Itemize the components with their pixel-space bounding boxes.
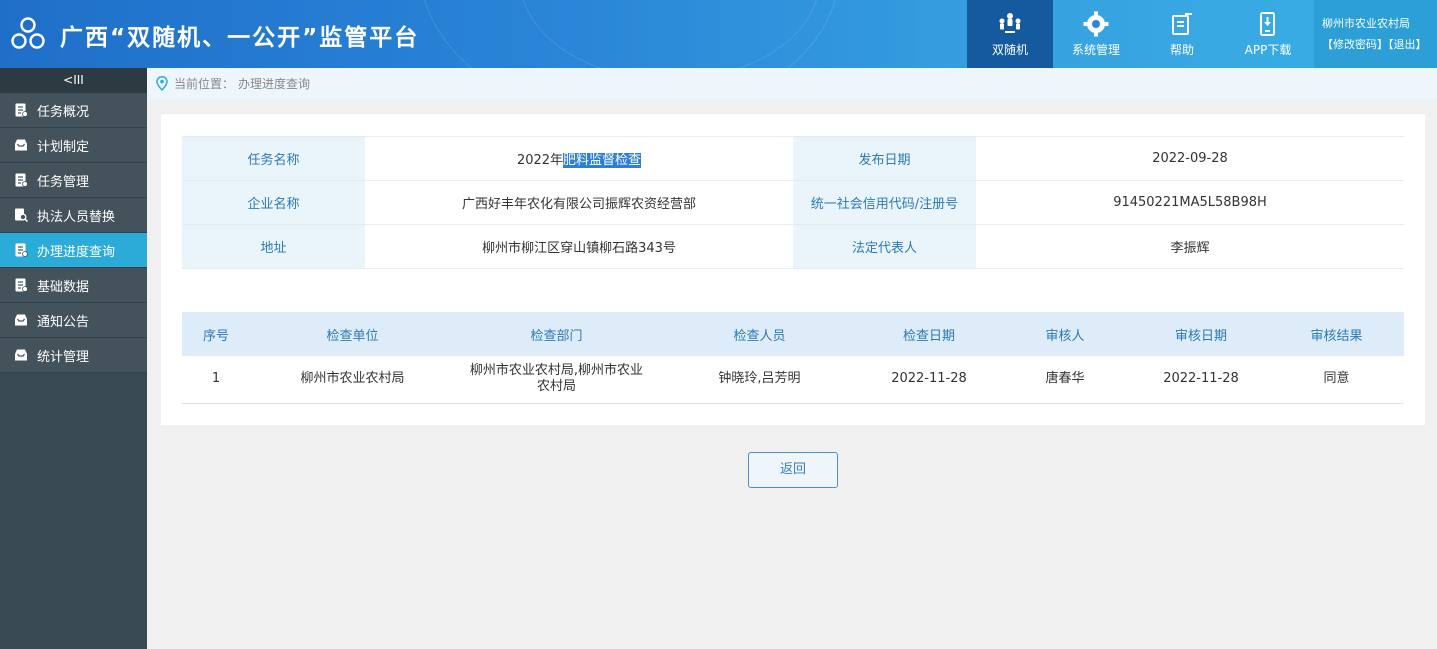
logout-link[interactable]: 【退出】 xyxy=(1388,38,1427,51)
nav-help[interactable]: 帮助 xyxy=(1139,0,1225,68)
sidebar-item[interactable]: 任务管理 xyxy=(0,163,147,198)
sidebar-item-label: 基础数据 xyxy=(37,279,90,295)
gear-icon xyxy=(1083,11,1109,37)
breadcrumb: 当前位置： 办理进度查询 xyxy=(147,68,1437,99)
sidebar-item[interactable]: 基础数据 xyxy=(0,268,147,303)
publish-date-label: 发布日期 xyxy=(793,136,976,181)
task-name-value: 2022年肥料监督检查 xyxy=(365,136,793,181)
legal-rep-value: 李振辉 xyxy=(976,224,1404,269)
edit-document-icon xyxy=(1172,13,1192,35)
back-button[interactable]: 返回 xyxy=(748,452,838,488)
location-pin-icon xyxy=(156,76,168,91)
sidebar-item-label: 通知公告 xyxy=(37,314,90,330)
info-row: 任务名称 2022年肥料监督检查 发布日期 2022-09-28 xyxy=(182,136,1404,181)
user-links: 【修改密码】【退出】 xyxy=(1322,36,1437,52)
sidebar-item[interactable]: 计划制定 xyxy=(0,128,147,163)
company-value: 广西好丰年农化有限公司振辉农资经营部 xyxy=(365,180,793,225)
task-info-table: 任务名称 2022年肥料监督检查 发布日期 2022-09-28 企业名称 广西… xyxy=(182,136,1404,269)
top-header: 广西“双随机、一公开”监管平台 双随机 系统管理 帮助 APP下载 柳州市农业农… xyxy=(0,0,1437,68)
inbox-icon xyxy=(14,313,28,327)
table-cell: 唐春华 xyxy=(997,356,1133,404)
sidebar-collapse-button[interactable]: <III xyxy=(0,68,147,93)
address-value: 柳州市柳江区穿山镇柳石路343号 xyxy=(365,224,793,269)
sidebar-item[interactable]: 统计管理 xyxy=(0,338,147,373)
column-header: 检查日期 xyxy=(861,312,997,356)
document-search-icon xyxy=(14,208,29,223)
user-name: 柳州市农业农村局 xyxy=(1322,17,1410,30)
table-cell: 钟晓玲,吕芳明 xyxy=(658,356,861,404)
column-header: 检查人员 xyxy=(658,312,861,356)
nav-app-download[interactable]: APP下载 xyxy=(1225,0,1311,68)
sidebar-item[interactable]: 执法人员替换 xyxy=(0,198,147,233)
nav-label: 系统管理 xyxy=(1071,43,1120,57)
info-row: 企业名称 广西好丰年农化有限公司振辉农资经营部 统一社会信用代码/注册号 914… xyxy=(182,180,1404,225)
column-header: 检查部门 xyxy=(455,312,658,356)
credit-code-value: 91450221MA5L58B98H xyxy=(976,180,1404,225)
info-row: 地址 柳州市柳江区穿山镇柳石路343号 法定代表人 李振辉 xyxy=(182,224,1404,269)
table-header-row: 序号 检查单位 检查部门 检查人员 检查日期 审核人 审核日期 审核结果 xyxy=(182,312,1404,356)
sidebar-item[interactable]: 通知公告 xyxy=(0,303,147,338)
user-box: 柳州市农业农村局 【修改密码】【退出】 xyxy=(1314,0,1437,68)
document-icon xyxy=(14,103,28,117)
sidebar-item-label: 任务管理 xyxy=(37,174,90,190)
document-icon xyxy=(14,173,28,187)
table-cell: 2022-11-28 xyxy=(1133,356,1269,404)
selected-text: 肥料监督检查 xyxy=(563,153,642,168)
app-title: 广西“双随机、一公开”监管平台 xyxy=(60,25,420,51)
table-cell: 2022-11-28 xyxy=(861,356,997,404)
content-panel: 任务名称 2022年肥料监督检查 发布日期 2022-09-28 企业名称 广西… xyxy=(161,114,1425,425)
credit-code-label: 统一社会信用代码/注册号 xyxy=(793,180,976,225)
table-cell: 柳州市农业农村局,柳州市农业农村局 xyxy=(455,356,658,404)
document-icon xyxy=(14,243,28,257)
sidebar-menu: 任务概况计划制定任务管理执法人员替换 办理进度查询 基础数据通知公告统计管理 xyxy=(0,93,147,373)
nav-label: 双随机 xyxy=(991,43,1028,57)
column-header: 检查单位 xyxy=(250,312,455,356)
column-header: 审核日期 xyxy=(1133,312,1269,356)
task-name-label: 任务名称 xyxy=(182,136,365,181)
table-row: 1 柳州市农业农村局 柳州市农业农村局,柳州市农业农村局 钟晓玲,吕芳明 2022-11… xyxy=(182,356,1404,404)
sidebar-item-label: 计划制定 xyxy=(37,139,90,155)
change-password-link[interactable]: 【修改密码】 xyxy=(1322,38,1388,51)
company-label: 企业名称 xyxy=(182,180,365,225)
people-network-icon xyxy=(999,13,1021,33)
column-header: 审核结果 xyxy=(1269,312,1404,356)
inbox-icon xyxy=(14,348,28,362)
breadcrumb-prefix: 当前位置： xyxy=(174,77,235,91)
publish-date-value: 2022-09-28 xyxy=(976,136,1404,181)
column-header: 序号 xyxy=(182,312,250,356)
logo-icon xyxy=(11,17,45,49)
table-cell: 同意 xyxy=(1269,356,1404,404)
task-name-prefix: 2022年 xyxy=(516,153,564,168)
nav-double-random[interactable]: 双随机 xyxy=(967,0,1053,68)
sidebar-item[interactable]: 任务概况 xyxy=(0,93,147,128)
sidebar: <III 任务概况计划制定任务管理执法人员替换 办理进度查询 基础数据通知公告统计管… xyxy=(0,68,147,649)
sidebar-item[interactable]: 办理进度查询 xyxy=(0,233,147,268)
inspection-list-table: 序号 检查单位 检查部门 检查人员 检查日期 审核人 审核日期 审核结果 1 柳州市农业农村局柳… xyxy=(182,312,1404,404)
sidebar-item-label: 任务概况 xyxy=(37,104,90,120)
cell-text: 柳州市农业农村局,柳州市农业农村局 xyxy=(469,363,644,395)
phone-download-icon xyxy=(1260,12,1275,36)
legal-rep-label: 法定代表人 xyxy=(793,224,976,269)
nav-label: APP下载 xyxy=(1244,43,1292,57)
inbox-icon xyxy=(14,138,28,152)
table-cell: 1 xyxy=(182,356,250,404)
table-cell: 柳州市农业农村局 xyxy=(250,356,455,404)
sidebar-item-label: 办理进度查询 xyxy=(37,244,116,260)
sidebar-item-label: 统计管理 xyxy=(37,349,90,365)
document-icon xyxy=(14,278,28,292)
address-label: 地址 xyxy=(182,224,365,269)
table-body: 1 柳州市农业农村局 柳州市农业农村局,柳州市农业农村局 钟晓玲,吕芳明 2022-11… xyxy=(182,356,1404,404)
nav-system-management[interactable]: 系统管理 xyxy=(1053,0,1139,68)
sidebar-item-label: 执法人员替换 xyxy=(37,209,116,225)
breadcrumb-current[interactable]: 办理进度查询 xyxy=(238,75,310,92)
nav-label: 帮助 xyxy=(1169,43,1194,57)
top-nav: 双随机 系统管理 帮助 APP下载 xyxy=(967,0,1311,68)
column-header: 审核人 xyxy=(997,312,1133,356)
